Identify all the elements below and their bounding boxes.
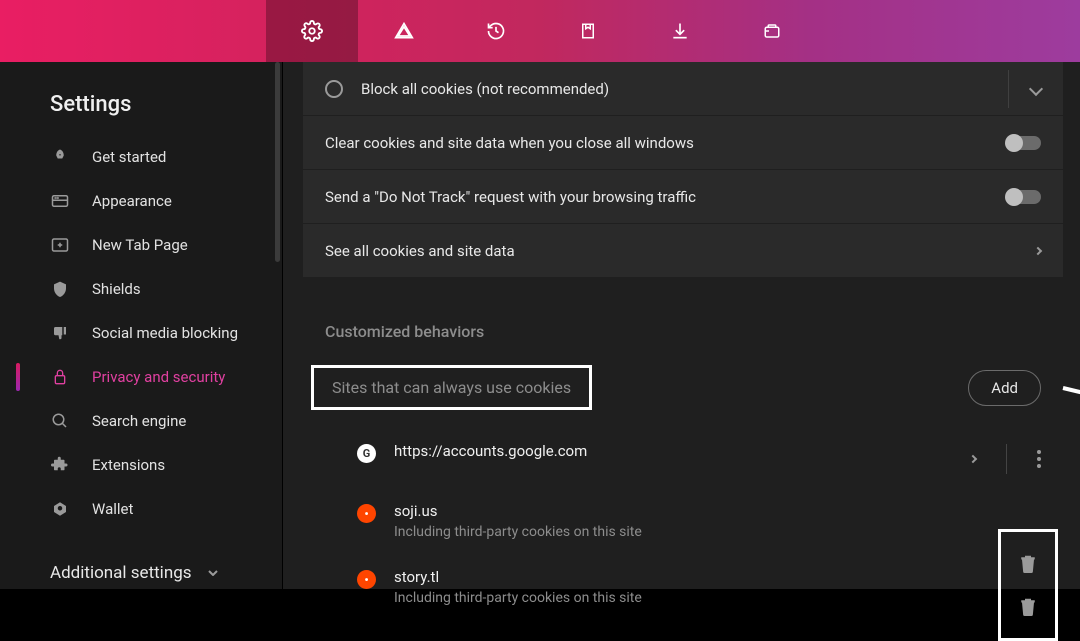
dnt-toggle[interactable] [1007, 190, 1041, 204]
wallet-icon [50, 499, 70, 519]
chevron-down-icon[interactable] [1029, 81, 1043, 95]
sidebar-item-label: Get started [92, 148, 166, 166]
site-domain: soji.us [394, 502, 1041, 520]
toolbar-wallet-icon[interactable] [726, 0, 818, 62]
sidebar-item-extensions[interactable]: Extensions [0, 443, 282, 487]
chevron-down-icon [208, 570, 218, 576]
additional-settings-label: Additional settings [50, 563, 192, 583]
thumbdown-icon [50, 323, 70, 343]
site-domain: https://accounts.google.com [394, 442, 952, 460]
sidebar-item-privacy[interactable]: Privacy and security [0, 355, 282, 399]
toolbar-history-icon[interactable] [450, 0, 542, 62]
shield-icon [50, 279, 70, 299]
content-area: Block all cookies (not recommended) Clea… [283, 62, 1080, 589]
toolbar-download-icon[interactable] [634, 0, 726, 62]
settings-title: Settings [0, 62, 282, 123]
lock-icon [50, 367, 70, 387]
sidebar-item-label: Shields [92, 280, 141, 298]
trash-icon[interactable] [1019, 597, 1037, 617]
clear-on-close-label: Clear cookies and site data when you clo… [325, 134, 1007, 152]
sidebar-item-label: New Tab Page [92, 236, 188, 254]
see-all-label: See all cookies and site data [325, 242, 1035, 260]
annotation-arrow [1059, 382, 1080, 442]
sidebar-item-new-tab[interactable]: New Tab Page [0, 223, 282, 267]
dnt-row: Send a "Do Not Track" request with your … [303, 170, 1063, 224]
trash-icon[interactable] [1019, 554, 1037, 574]
radio-icon[interactable] [325, 80, 343, 98]
site-sublabel: Including third-party cookies on this si… [394, 590, 1041, 606]
site-domain: story.tl [394, 568, 1041, 586]
site-row[interactable]: • soji.us Including third-party cookies … [357, 488, 1041, 554]
sidebar-item-get-started[interactable]: Get started [0, 135, 282, 179]
top-toolbar [0, 0, 1080, 62]
chevron-right-icon [1034, 246, 1042, 254]
sidebar-item-label: Search engine [92, 412, 186, 430]
site-row[interactable]: G https://accounts.google.com [357, 428, 1041, 488]
add-button[interactable]: Add [968, 370, 1041, 406]
rocket-icon [50, 147, 70, 167]
toolbar-warning-icon[interactable] [358, 0, 450, 62]
more-menu-icon[interactable] [1037, 450, 1041, 468]
block-all-label: Block all cookies (not recommended) [361, 80, 1008, 98]
reddit-favicon-icon: • [357, 570, 376, 589]
chevron-right-icon[interactable] [969, 455, 977, 463]
additional-settings[interactable]: Additional settings [0, 531, 282, 583]
sidebar-item-label: Extensions [92, 456, 165, 474]
site-row[interactable]: • story.tl Including third-party cookies… [357, 554, 1041, 620]
block-all-cookies-row[interactable]: Block all cookies (not recommended) [303, 62, 1063, 116]
appearance-icon [50, 191, 70, 211]
search-icon [50, 411, 70, 431]
sidebar-item-label: Privacy and security [92, 368, 225, 386]
sidebar: Settings Get started Appearance New Tab … [0, 62, 283, 589]
clear-on-close-row: Clear cookies and site data when you clo… [303, 116, 1063, 170]
toolbar-settings-icon[interactable] [266, 0, 358, 62]
extension-icon [50, 455, 70, 475]
reddit-favicon-icon: • [357, 504, 376, 523]
dnt-label: Send a "Do Not Track" request with your … [325, 188, 1007, 206]
google-favicon-icon: G [357, 444, 376, 463]
site-sublabel: Including third-party cookies on this si… [394, 524, 1041, 540]
sites-allow-cookies-label: Sites that can always use cookies [311, 365, 592, 410]
newtab-icon [50, 235, 70, 255]
sidebar-item-search-engine[interactable]: Search engine [0, 399, 282, 443]
toolbar-bookmark-icon[interactable] [542, 0, 634, 62]
sidebar-item-label: Appearance [92, 192, 172, 210]
sidebar-item-label: Social media blocking [92, 324, 238, 342]
sidebar-item-shields[interactable]: Shields [0, 267, 282, 311]
sidebar-item-appearance[interactable]: Appearance [0, 179, 282, 223]
see-all-cookies-row[interactable]: See all cookies and site data [303, 224, 1063, 278]
clear-on-close-toggle[interactable] [1007, 136, 1041, 150]
sidebar-item-label: Wallet [92, 500, 133, 518]
sidebar-item-social-blocking[interactable]: Social media blocking [0, 311, 282, 355]
sidebar-item-wallet[interactable]: Wallet [0, 487, 282, 531]
trash-annotation-box [998, 529, 1058, 641]
customized-behaviors-title: Customized behaviors [303, 278, 1063, 353]
